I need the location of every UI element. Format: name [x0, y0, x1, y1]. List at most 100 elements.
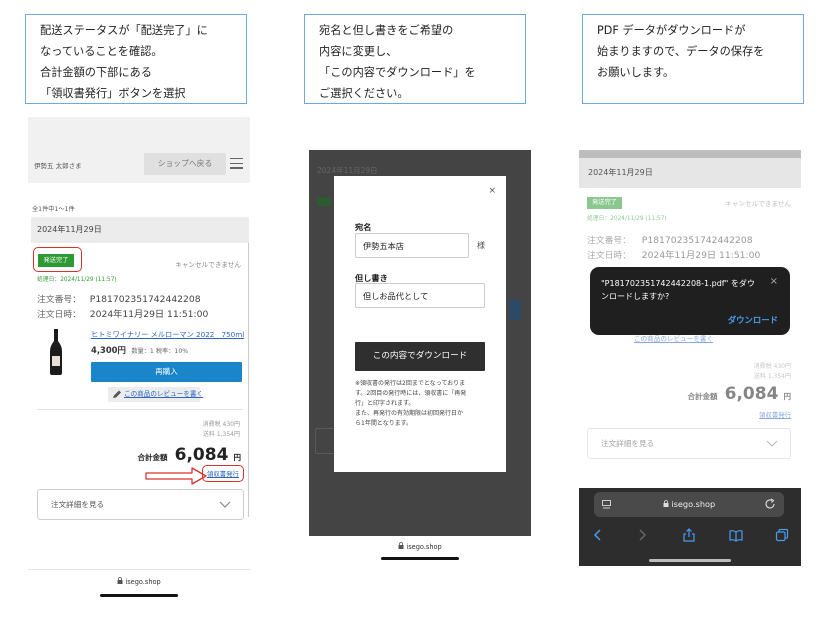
- url-text: isego.shop: [125, 578, 161, 586]
- site-header: 伊勢五 太郎さま ショップへ戻る: [28, 117, 250, 183]
- url-bar[interactable]: isego.shop: [309, 542, 531, 551]
- order-detail-label: 注文詳細を見る: [51, 500, 105, 509]
- home-indicator: [649, 559, 731, 562]
- bg-order-date: 2024年11月29日: [317, 166, 378, 175]
- top-strip: [579, 150, 801, 158]
- home-indicator: [100, 594, 178, 597]
- order-datetime-label: 注文日時：: [37, 310, 81, 320]
- modal-overlay: 2024年11月29日 × 宛名 伊勢五本店 様 但し書き 但しお品代として こ…: [309, 150, 531, 536]
- confirm-download-button[interactable]: ダウンロード: [728, 314, 778, 326]
- receipt-modal: × 宛名 伊勢五本店 様 但し書き 但しお品代として この内容でダウンロード ※…: [334, 176, 506, 472]
- processed-date: 処理日：2024/11/29 (11:57): [37, 277, 117, 283]
- issue-receipt-link[interactable]: 領収書発行: [207, 469, 239, 478]
- bg-status-badge: [317, 197, 331, 206]
- note-line: す。2回目の発行時には、領収書に「再発: [355, 389, 467, 397]
- url-bar[interactable]: isego.shop: [594, 492, 784, 517]
- shipping-amount: 送料 1,354円: [202, 431, 240, 438]
- close-icon[interactable]: ×: [770, 276, 778, 287]
- close-icon[interactable]: ×: [488, 186, 496, 196]
- addressee-label: 宛名: [355, 222, 372, 232]
- product-qty-tax: 数量：1 税率：10%: [131, 348, 189, 355]
- instruction-box-step3: PDF データがダウンロードが 始まりますので、データの保存を お願いします。: [582, 14, 804, 104]
- instruction-line: 宛名と但し書きをご希望の: [319, 24, 454, 37]
- result-count: 全1件中1〜1件: [32, 206, 75, 213]
- order-card: 2024年11月29日 発送完了 キャンセルできません 処理日：2024/11/…: [31, 217, 249, 520]
- browser-footer: isego.shop: [28, 569, 250, 600]
- back-icon[interactable]: [591, 528, 605, 542]
- order-detail-button[interactable]: 注文詳細を見る: [37, 489, 244, 520]
- lock-icon: [117, 577, 123, 584]
- bg-rebuy-button: [509, 300, 521, 320]
- instruction-line: PDF データがダウンロードが: [597, 24, 746, 37]
- cancel-note: キャンセルできません: [175, 261, 241, 269]
- instruction-line: なっていることを確認。: [40, 45, 163, 58]
- rebuy-button[interactable]: 再購入: [91, 362, 242, 382]
- product-name-link[interactable]: ヒトミワイナリー メルローマン 2022 750ml: [91, 330, 244, 340]
- note-line: ※領収書の発行は2回までとなっておりま: [355, 380, 466, 387]
- browser-footer: isego.shop: [309, 536, 531, 566]
- download-button[interactable]: この内容でダウンロード: [355, 342, 485, 371]
- receipt-note: ※領収書の発行は2回までとなっておりま す。2回目の発行時には、領収書に「再発 …: [355, 379, 491, 429]
- tabs-icon[interactable]: [775, 528, 789, 542]
- url-text: isego.shop: [406, 543, 442, 551]
- status-badge: 発送完了: [38, 254, 74, 267]
- order-number-label: 注文番号：: [37, 295, 81, 305]
- order-number-value: P181702351742442208: [89, 294, 201, 305]
- arrow-right-icon: [145, 467, 207, 485]
- phone-screenshot-receipt-modal: 2024年11月29日 × 宛名 伊勢五本店 様 但し書き 但しお品代として こ…: [309, 150, 531, 566]
- share-icon[interactable]: [682, 528, 696, 542]
- addressee-input[interactable]: 伊勢五本店: [355, 233, 469, 258]
- safari-toolbar: isego.shop: [579, 488, 801, 566]
- phone-screenshot-download-prompt: 2024年11月29日 発送完了 キャンセルできません 処理日：2024/11/…: [579, 150, 801, 566]
- instruction-line: 「この内容でダウンロード」を: [319, 66, 476, 79]
- home-indicator: [381, 557, 459, 560]
- order-date: 2024年11月29日: [579, 158, 801, 188]
- note-line: 行」と印字されます。: [355, 399, 415, 407]
- total-amount: 6,084: [174, 445, 229, 465]
- instruction-line: お願いします。: [597, 66, 675, 79]
- order-number-row: 注文番号： P181702351742442208: [37, 292, 201, 305]
- write-review-button[interactable]: この商品のレビューを書く: [108, 387, 204, 402]
- back-to-shop-button[interactable]: ショップへ戻る: [144, 153, 226, 175]
- honorific: 様: [477, 241, 485, 250]
- instruction-line: 「領収書発行」ボタンを選択: [40, 87, 186, 100]
- note-line: また、再発行の有効期限は初回発行日か: [355, 409, 464, 417]
- instruction-line: 配送ステータスが「配送完了」に: [40, 24, 208, 37]
- forward-icon[interactable]: [635, 528, 649, 542]
- url-bar[interactable]: isego.shop: [28, 577, 250, 586]
- instruction-line: 始まりますので、データの保存を: [597, 45, 765, 58]
- reload-icon[interactable]: [764, 498, 776, 510]
- total-label: 合計金額: [137, 453, 168, 462]
- url-text: isego.shop: [671, 499, 716, 509]
- menu-icon[interactable]: [230, 158, 243, 169]
- order-datetime-value: 2024年11月29日 11:51:00: [89, 309, 209, 320]
- wine-bottle-icon: [50, 329, 62, 375]
- bookmarks-icon[interactable]: [729, 528, 743, 542]
- instruction-page: 配送ステータスが「配送完了」に なっていることを確認。 合計金額の下部にある 「…: [0, 0, 840, 620]
- instruction-line: 合計金額の下部にある: [40, 66, 152, 79]
- chevron-down-icon: [219, 501, 231, 508]
- instruction-box-step1: 配送ステータスが「配送完了」に なっていることを確認。 合計金額の下部にある 「…: [25, 14, 247, 104]
- download-prompt-popup: "P181702351742442208-1.pdf" をダウンロードしますか?…: [590, 267, 790, 335]
- instruction-line: 内容に変更し、: [319, 45, 398, 58]
- pencil-icon: [113, 390, 121, 398]
- phone-screenshot-order-history: 伊勢五 太郎さま ショップへ戻る 全1件中1〜1件 2024年11月29日 発送…: [28, 117, 250, 600]
- total-yen: 円: [233, 453, 242, 462]
- divider: [37, 409, 243, 410]
- product-price-row: 4,300円 数量：1 税率：10%: [91, 344, 188, 356]
- lock-icon: [398, 542, 404, 549]
- instruction-line: ご選択ください。: [319, 87, 409, 100]
- product-price: 4,300円: [91, 345, 126, 355]
- order-date: 2024年11月29日: [31, 217, 249, 243]
- lock-icon: [663, 500, 669, 507]
- page-menu-icon[interactable]: [602, 500, 611, 509]
- write-review-label: この商品のレビューを書く: [124, 390, 204, 398]
- dim-overlay: [579, 188, 801, 488]
- tax-amount: 消費税 430円: [202, 421, 240, 428]
- user-name: 伊勢五 太郎さま: [34, 162, 82, 170]
- total-row: 合計金額 6,084 円: [138, 445, 241, 465]
- note-line: ら1年間となります。: [355, 419, 413, 427]
- download-prompt-text: "P181702351742442208-1.pdf" をダウンロードしますか?: [601, 279, 755, 301]
- instruction-box-step2: 宛名と但し書きをご希望の 内容に変更し、 「この内容でダウンロード」を ご選択く…: [304, 14, 526, 104]
- proviso-input[interactable]: 但しお品代として: [355, 283, 485, 308]
